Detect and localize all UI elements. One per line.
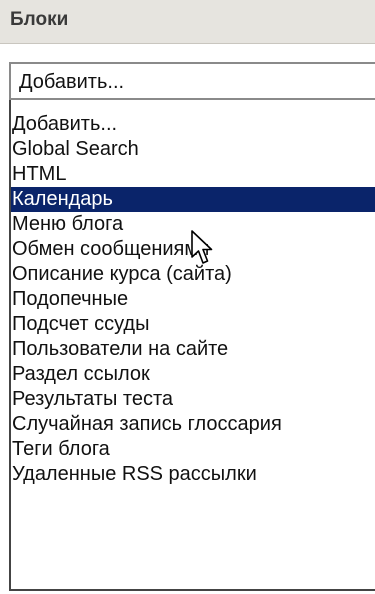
dropdown-option-calendar[interactable]: Календарь — [11, 187, 375, 212]
dropdown-option-html[interactable]: HTML — [11, 162, 375, 187]
blocks-title: Блоки — [10, 9, 69, 30]
mouse-pointer-icon — [191, 230, 213, 264]
dropdown-option-global-search[interactable]: Global Search — [11, 137, 375, 162]
dropdown-option-loan-calculator[interactable]: Подсчет ссуды — [11, 312, 375, 337]
blocks-header: Блоки — [0, 0, 375, 44]
dropdown-option-mentees[interactable]: Подопечные — [11, 287, 375, 312]
add-block-dropdown-list[interactable]: Добавить... Global Search HTML Календарь… — [9, 100, 375, 591]
dropdown-option-quiz-results[interactable]: Результаты теста — [11, 387, 375, 412]
add-block-select-value: Добавить... — [19, 71, 125, 93]
dropdown-option-links-section[interactable]: Раздел ссылок — [11, 362, 375, 387]
dropdown-option-online-users[interactable]: Пользователи на сайте — [11, 337, 375, 362]
dropdown-option-add[interactable]: Добавить... — [11, 112, 375, 137]
dropdown-option-remote-rss-feeds[interactable]: Удаленные RSS рассылки — [11, 462, 375, 487]
dropdown-option-blog-tags[interactable]: Теги блога — [11, 437, 375, 462]
add-block-select[interactable]: Добавить... — [9, 62, 375, 100]
dropdown-option-random-glossary-entry[interactable]: Случайная запись глоссария — [11, 412, 375, 437]
